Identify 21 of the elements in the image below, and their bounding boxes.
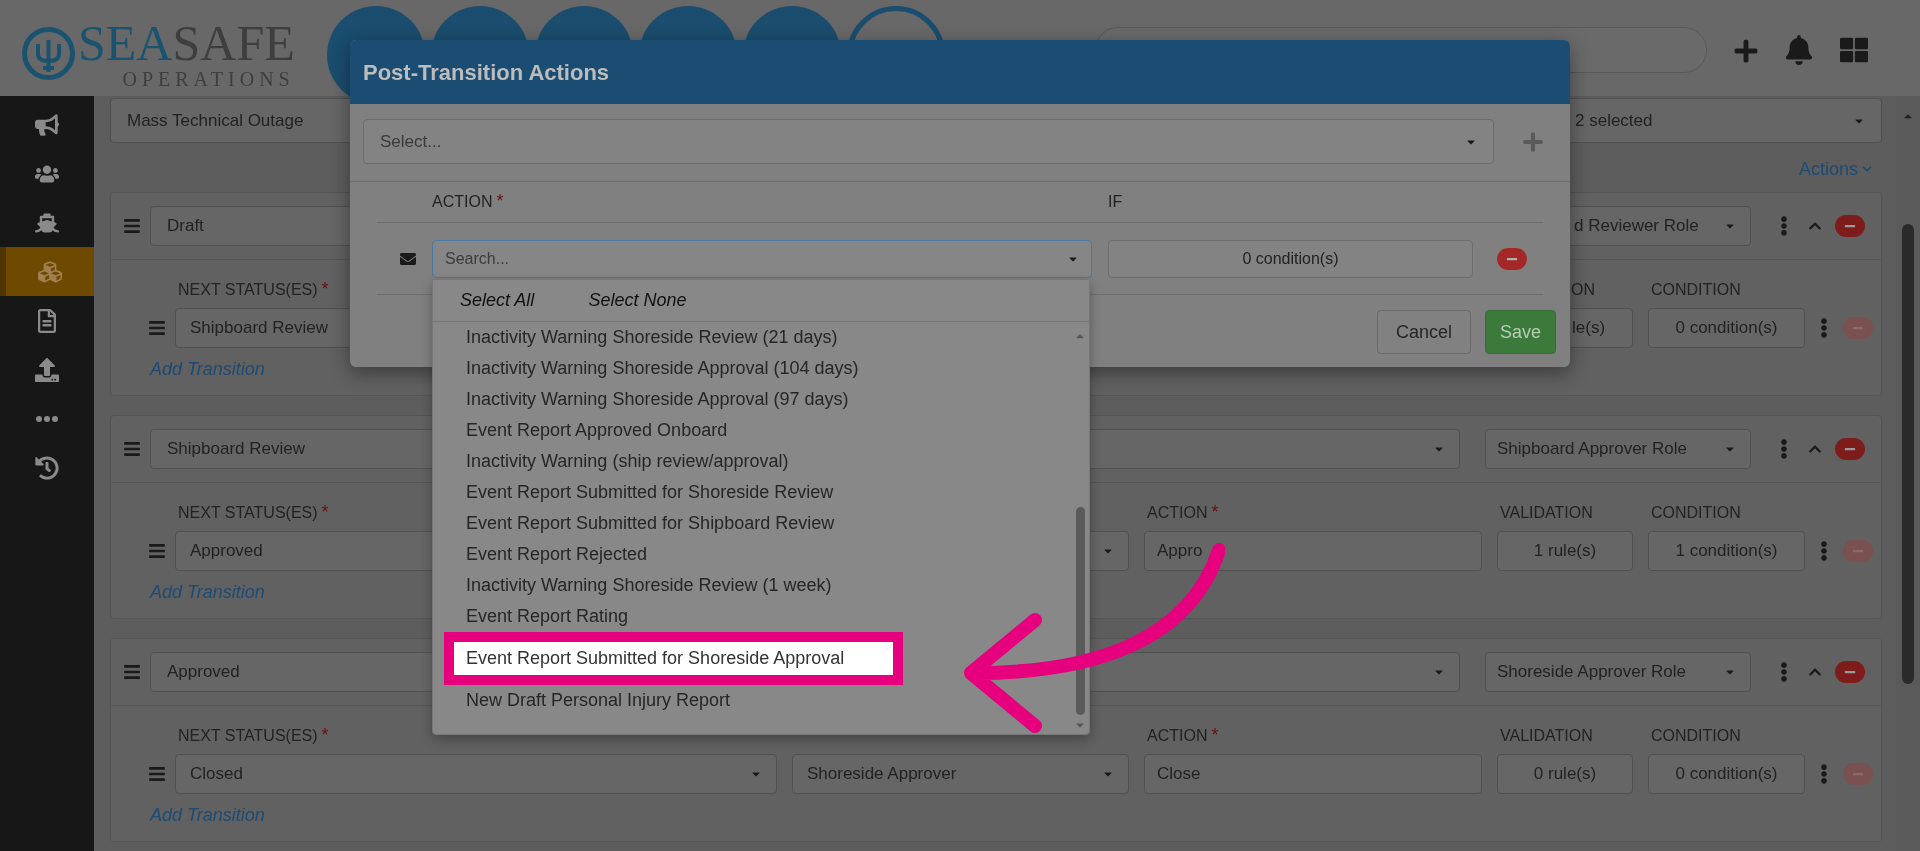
column-header: ACTION * — [432, 190, 505, 213]
column-label: CONDITION — [1650, 280, 1741, 300]
modal-title: Post-Transition Actions — [363, 58, 610, 87]
column-label: NEXT STATUS(ES) * — [177, 501, 329, 524]
required-mark: * — [321, 725, 329, 745]
column-label: NEXT STATUS(ES) * — [177, 278, 329, 301]
column-label: NEXT STATUS(ES) * — [177, 724, 329, 747]
column-header: IF — [1108, 192, 1123, 212]
column-label: CONDITION — [1650, 726, 1741, 746]
required-mark: * — [1211, 725, 1219, 745]
required-mark: * — [321, 502, 329, 522]
required-mark: * — [1211, 502, 1219, 522]
column-label: VALIDATION — [1499, 726, 1593, 746]
column-label: CONDITION — [1650, 503, 1741, 523]
column-label: VALIDATION — [1499, 503, 1593, 523]
required-mark: * — [496, 191, 504, 211]
required-mark: * — [321, 279, 329, 299]
column-label: ACTION * — [1146, 724, 1219, 747]
logo-text: SEA — [78, 18, 173, 68]
column-label: ON — [1570, 280, 1595, 300]
column-label: ACTION * — [1146, 501, 1219, 524]
